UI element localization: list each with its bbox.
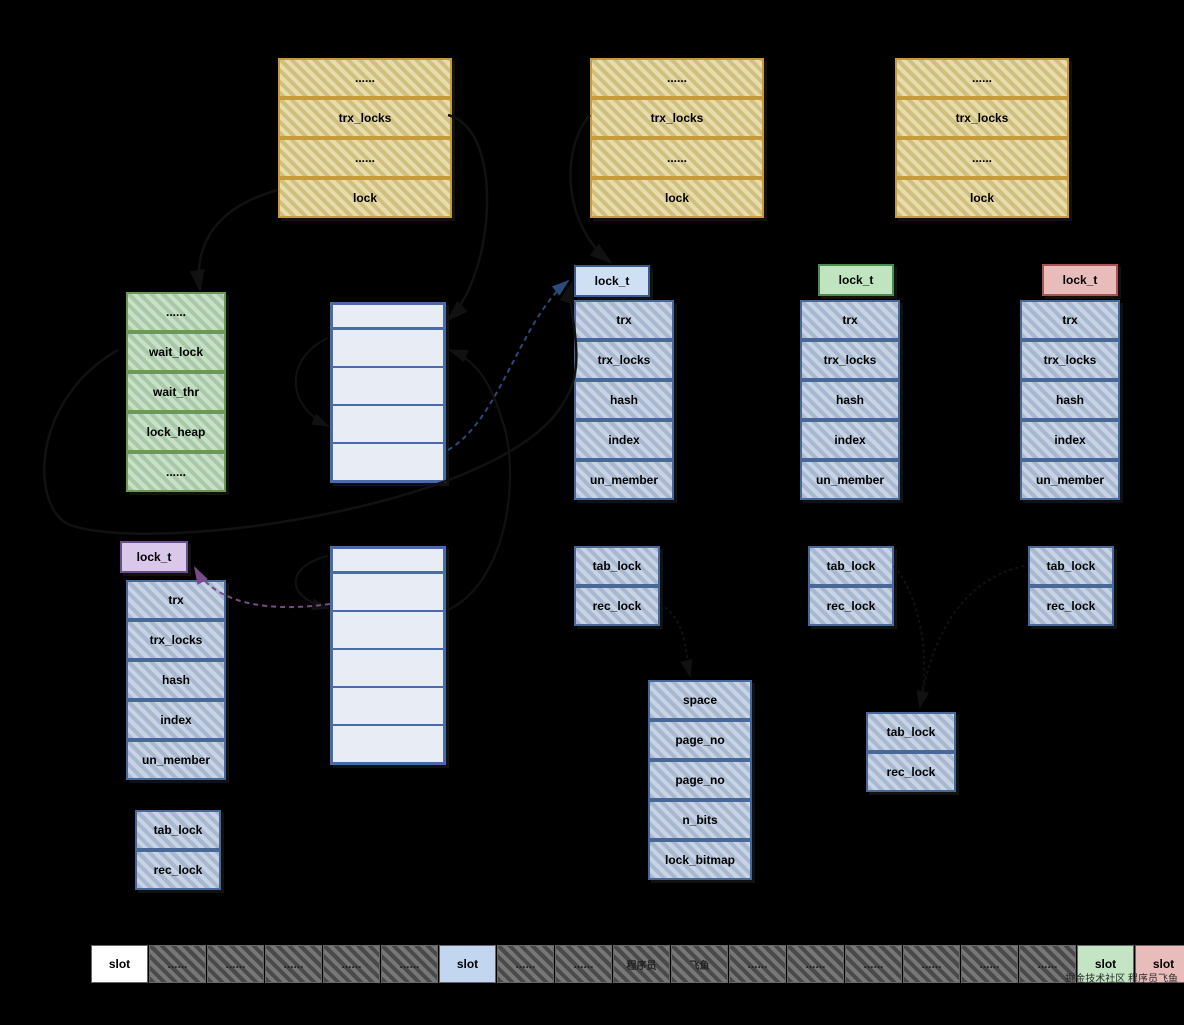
ur-c1: rec_lock [1047,599,1096,613]
tlb-c1: rec_lock [887,765,936,779]
lr-c3: index [1054,433,1085,447]
trx1-cell-1: trx_locks [339,111,392,125]
up-c1: rec_lock [154,863,203,877]
rl-c3: n_bits [682,813,717,827]
lg-c0: trx [842,313,857,327]
trx1-cell-0: ...... [355,71,375,85]
union-box-purple: tab_lock rec_lock [135,810,221,890]
rl-c4: lock_bitmap [665,853,735,867]
union-box-blue: tab_lock rec_lock [574,546,660,626]
slot-9: 程序员 [613,945,670,983]
trx2-cell-2: ...... [667,151,687,165]
ug-c0: tab_lock [827,559,876,573]
trx3-cell-3: lock [970,191,994,205]
slot-6: slot [439,945,496,983]
lp-c1: trx_locks [150,633,203,647]
lb-c0: trx [616,313,631,327]
lb-c1: trx_locks [598,353,651,367]
lr-c2: hash [1056,393,1084,407]
rec-lock-box: space page_no page_no n_bits lock_bitmap [648,680,752,880]
slot-13: ...... [845,945,902,983]
lock-t-tag-green: lock_t [818,264,894,296]
table-lock-box: tab_lock rec_lock [866,712,956,792]
slot-15: ...... [961,945,1018,983]
lb-c3: index [608,433,639,447]
trx-t-title-1: trx_t [333,40,393,55]
trx2-cell-1: trx_locks [651,111,704,125]
slot-row: slot..............................slot..… [91,945,1184,983]
tl-cell-4: ...... [166,465,186,479]
trx1-cell-3: lock [353,191,377,205]
lock-sys-t-title: lock_sys_t [562,926,642,941]
lb-c2: hash [610,393,638,407]
trx3-cell-2: ...... [972,151,992,165]
union-box-red: tab_lock rec_lock [1028,546,1114,626]
rl-c0: space [683,693,717,707]
trx1-cell-2: ...... [355,151,375,165]
tl-cell-2: wait_thr [153,385,199,399]
lock-box-red: trx trx_locks hash index un_member [1020,300,1120,500]
rl-c2: page_no [675,773,724,787]
trx-box-1: ...... trx_locks ...... lock [278,58,452,218]
diagram-canvas: trx_t trx_t trx_t ...... trx_locks .....… [0,0,1184,1025]
trx-t-title-3: trx_t [950,40,1010,55]
trx3-cell-1: trx_locks [956,111,1009,125]
slot-14: ...... [903,945,960,983]
lp-c4: un_member [142,753,210,767]
lg-c2: hash [836,393,864,407]
slot-10: 飞鱼 [671,945,728,983]
lock-t-tag-red: lock_t [1042,264,1118,296]
slot-1: ...... [149,945,206,983]
slot-12: ...... [787,945,844,983]
trx2-cell-0: ...... [667,71,687,85]
lg-c4: un_member [816,473,884,487]
hash-list-2 [330,546,446,765]
slot-3: ...... [265,945,322,983]
lb-c4: un_member [590,473,658,487]
tl-cell-1: wait_lock [149,345,203,359]
ub-c0: tab_lock [593,559,642,573]
slot-8: ...... [555,945,612,983]
lr-c1: trx_locks [1044,353,1097,367]
lp-c0: trx [168,593,183,607]
lg-c3: index [834,433,865,447]
up-c0: tab_lock [154,823,203,837]
trx-t-title-2: trx_t [644,40,704,55]
ug-c1: rec_lock [827,599,876,613]
slot-0: slot [91,945,148,983]
slot-2: ...... [207,945,264,983]
lock-table-t-title: lock_table_t [865,806,965,821]
hash-list-1 [330,302,446,483]
lr-c0: trx [1062,313,1077,327]
tl-cell-3: lock_heap [147,425,206,439]
lock-box-green: trx trx_locks hash index un_member [800,300,900,500]
trx-box-2: ...... trx_locks ...... lock [590,58,764,218]
ub-c1: rec_lock [593,599,642,613]
lp-c3: index [160,713,191,727]
slot-5: ...... [381,945,438,983]
tlb-c0: tab_lock [887,725,936,739]
lock-t-tag-purple: lock_t [120,541,188,573]
lr-c4: un_member [1036,473,1104,487]
ur-c0: tab_lock [1047,559,1096,573]
tl-cell-0: ...... [166,305,186,319]
lp-c2: hash [162,673,190,687]
trx2-cell-3: lock [665,191,689,205]
lock-box-blue: trx trx_locks hash index un_member [574,300,674,500]
trx3-cell-0: ...... [972,71,992,85]
trx-box-3: ...... trx_locks ...... lock [895,58,1069,218]
slot-11: ...... [729,945,786,983]
lg-c1: trx_locks [824,353,877,367]
trx-lock-box: ...... wait_lock wait_thr lock_heap ....… [126,292,226,492]
slot-7: ...... [497,945,554,983]
rl-c1: page_no [675,733,724,747]
lock-t-tag-blue: lock_t [574,265,650,297]
slot-4: ...... [323,945,380,983]
watermark: 掘金技术社区 程序员飞鱼 [1065,970,1178,985]
union-box-green: tab_lock rec_lock [808,546,894,626]
trx-lock-t-title: trx_lock_t [130,270,210,285]
lock-box-purple: trx trx_locks hash index un_member [126,580,226,780]
